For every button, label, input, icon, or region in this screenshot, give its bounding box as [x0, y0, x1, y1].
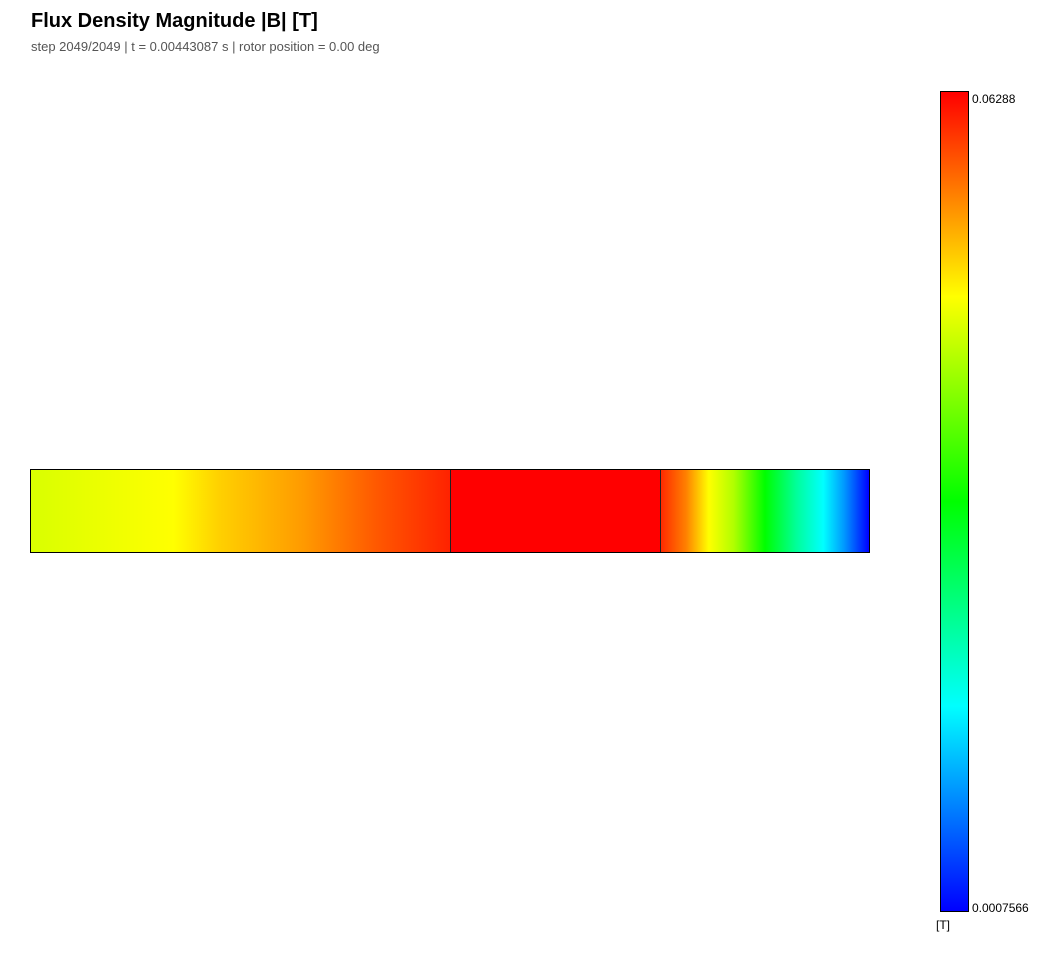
field-region-2 [451, 470, 661, 552]
colorbar-min-label: 0.0007566 [972, 901, 1029, 915]
field-region-1 [31, 470, 451, 552]
colorbar-max-label: 0.06288 [972, 92, 1016, 106]
colorbar-unit-label: [T] [936, 918, 950, 932]
plot-title: Flux Density Magnitude |B| [T] [31, 10, 318, 32]
color-scale-bar [940, 91, 969, 912]
flux-density-field [30, 469, 870, 553]
field-region-3 [661, 470, 869, 552]
plot-subtitle: step 2049/2049 | t = 0.00443087 s | roto… [31, 39, 380, 54]
